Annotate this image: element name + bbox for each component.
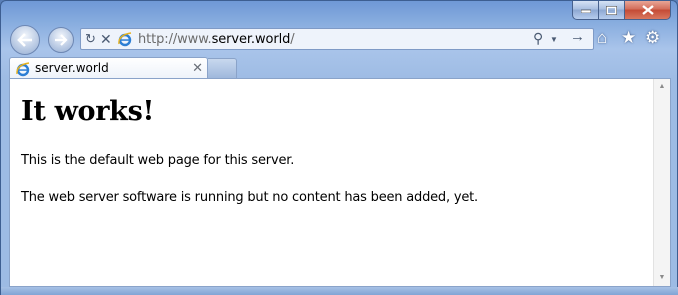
navigation-bar: ↻ ✕ http://www.server.world/ ⚲ ▼ → ⌂ ★ ⚙ xyxy=(9,24,671,56)
page-content: It works! This is the default web page f… xyxy=(9,78,671,287)
dropdown-arrow-icon[interactable]: ▼ xyxy=(550,33,558,47)
scroll-down-icon[interactable]: ▼ xyxy=(654,270,670,286)
scroll-up-icon[interactable]: ▲ xyxy=(654,79,670,95)
refresh-icon[interactable]: ↻ xyxy=(85,32,96,46)
address-bar[interactable]: ↻ ✕ http://www.server.world/ ⚲ ▼ → xyxy=(80,28,594,50)
minimize-icon xyxy=(580,9,591,13)
web-page: It works! This is the default web page f… xyxy=(21,79,651,205)
favorites-icon[interactable]: ★ xyxy=(621,29,636,47)
url-host: server.world xyxy=(211,32,291,47)
home-icon[interactable]: ⌂ xyxy=(597,29,607,47)
paragraph-default-page: This is the default web page for this se… xyxy=(21,153,295,168)
tools-icon[interactable]: ⚙ xyxy=(645,29,660,47)
close-button[interactable] xyxy=(625,1,671,20)
search-icon[interactable]: ⚲ xyxy=(533,31,543,45)
page-heading: It works! xyxy=(21,96,155,127)
new-tab-button[interactable] xyxy=(208,58,237,78)
forward-icon xyxy=(55,34,68,46)
minimize-button[interactable] xyxy=(572,1,599,20)
stop-icon[interactable]: ✕ xyxy=(100,32,112,46)
go-icon[interactable]: → xyxy=(570,29,585,44)
tab-server-world[interactable]: server.world ✕ xyxy=(9,57,208,78)
close-icon xyxy=(641,5,654,15)
back-icon xyxy=(17,33,32,47)
url-text[interactable]: http://www.server.world/ xyxy=(138,32,295,47)
maximize-icon xyxy=(606,5,617,15)
url-prefix: http://www. xyxy=(138,32,212,47)
paragraph-server-running: The web server software is running but n… xyxy=(21,190,478,205)
vertical-scrollbar[interactable]: ▲ ▼ xyxy=(653,79,670,286)
back-button[interactable] xyxy=(10,25,40,55)
tab-title: server.world xyxy=(35,61,109,75)
tab-close-icon[interactable]: ✕ xyxy=(192,60,203,76)
maximize-button[interactable] xyxy=(599,1,625,20)
ie-icon xyxy=(117,31,133,50)
window-controls xyxy=(572,1,671,21)
forward-button[interactable] xyxy=(48,27,74,53)
url-suffix: / xyxy=(290,32,295,47)
browser-window: ↻ ✕ http://www.server.world/ ⚲ ▼ → ⌂ ★ ⚙… xyxy=(0,0,678,295)
window-bottom-frame xyxy=(1,287,678,295)
